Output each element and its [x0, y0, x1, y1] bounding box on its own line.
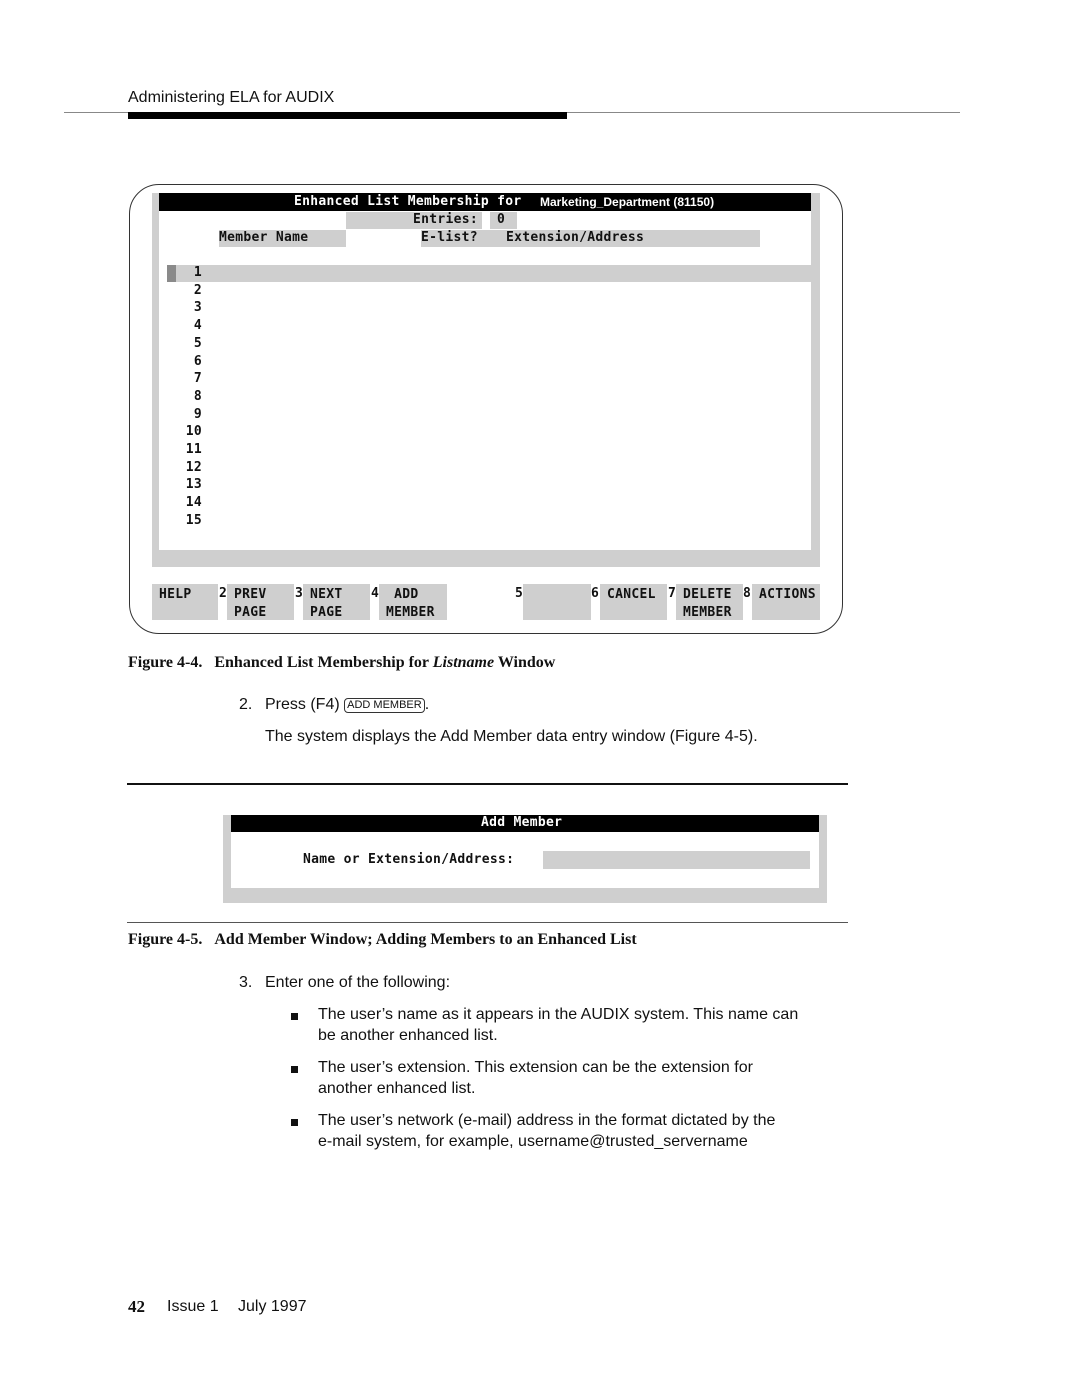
column-header-member-name: Member Name	[219, 230, 309, 245]
header-bar	[128, 112, 567, 119]
row-number: 8	[193, 388, 202, 404]
bullet-icon	[291, 1013, 298, 1020]
row-number: 11	[185, 442, 202, 457]
bullet-text: The user’s extension. This extension can…	[318, 1059, 753, 1076]
column-header-elist: E-list?	[421, 230, 478, 245]
caption-prefix: Figure 4-5.	[128, 931, 203, 948]
caption-prefix: Figure 4-4.	[128, 654, 203, 671]
row-number: 14	[185, 495, 202, 511]
entries-label: Entries:	[413, 212, 479, 227]
function-key-label: HELP	[159, 587, 192, 602]
bullet-icon	[291, 1066, 298, 1073]
entries-value: 0	[497, 212, 506, 227]
row-number: 10	[185, 424, 202, 440]
function-key-label: CANCEL	[607, 587, 656, 602]
row-cursor	[167, 265, 176, 282]
caption-main: Enhanced List Membership for	[214, 654, 429, 671]
function-key-label: ACTIONS	[759, 587, 816, 602]
row-number: 7	[193, 371, 202, 387]
name-or-extension-label: Name or Extension/Address:	[303, 852, 515, 867]
figure-bottom-rule	[127, 922, 848, 923]
function-key-number: 6	[591, 586, 600, 601]
row-number: 9	[193, 406, 202, 422]
figure-4-5-caption: Figure 4-5. Add Member Window; Adding Me…	[128, 931, 637, 949]
caption-main: Add Member Window; Adding Members to an …	[214, 931, 637, 948]
bullet-text: be another enhanced list.	[318, 1027, 498, 1044]
caption-italic: Listname	[432, 654, 495, 671]
function-key-number: 8	[743, 586, 752, 601]
row-number: 13	[185, 477, 202, 493]
function-key-label: ADD MEMBER	[386, 587, 435, 620]
bullet-text: e-mail system, for example, username@tru…	[318, 1133, 748, 1150]
row-number: 2	[193, 282, 202, 298]
function-key-number: 5	[515, 586, 524, 601]
row-number: 4	[193, 318, 202, 334]
window-title: Enhanced List Membership for	[294, 194, 522, 209]
row-number: 12	[185, 459, 202, 475]
page-number: 42	[128, 1297, 145, 1316]
caption-suffix: Window	[497, 654, 556, 671]
bullet-text: The user’s name as it appears in the AUD…	[318, 1006, 799, 1023]
step-2-number: 2.	[239, 696, 253, 713]
bullet-text: another enhanced list.	[318, 1080, 476, 1097]
row-number: 5	[193, 335, 202, 351]
bullet-icon	[291, 1119, 298, 1126]
function-key-f5[interactable]	[523, 584, 591, 620]
function-key-number: 4	[371, 586, 380, 601]
step-2-end: .	[424, 696, 430, 713]
row-number: 6	[193, 353, 202, 369]
running-header: Administering ELA for AUDIX	[128, 89, 335, 106]
window-list-name: Marketing_Department (81150)	[540, 195, 715, 209]
step-2-result: The system displays the Add Member data …	[265, 728, 758, 745]
step-3-text: Enter one of the following:	[265, 974, 451, 991]
name-or-extension-input[interactable]	[543, 851, 810, 869]
row-number: 3	[193, 300, 202, 316]
footer-issue: Issue 1	[167, 1298, 219, 1315]
function-key-number: 2	[219, 586, 228, 601]
selected-row-highlight[interactable]	[167, 265, 811, 282]
step-2-text: Press (F4)	[265, 696, 340, 713]
function-key-number: 3	[295, 586, 304, 601]
function-key-number: 7	[668, 586, 677, 601]
column-header-extension-address: Extension/Address	[506, 230, 645, 245]
add-member-keycap: ADD MEMBER	[344, 698, 425, 713]
function-key-label: NEXT PAGE	[310, 587, 343, 620]
figure-top-rule	[127, 783, 848, 785]
step-2-instruction: Press (F4) ADD MEMBER.	[265, 696, 429, 714]
function-key-label: DELETE MEMBER	[683, 587, 732, 620]
bullet-text: The user’s network (e-mail) address in t…	[318, 1112, 776, 1129]
row-number: 1	[193, 265, 202, 280]
add-member-title: Add Member	[481, 815, 563, 830]
row-number: 15	[185, 512, 202, 528]
figure-4-4-caption: Figure 4-4. Enhanced List Membership for…	[128, 654, 555, 672]
step-3-number: 3.	[239, 974, 253, 991]
footer-date: July 1997	[238, 1298, 307, 1315]
function-key-label: PREV PAGE	[234, 587, 267, 620]
